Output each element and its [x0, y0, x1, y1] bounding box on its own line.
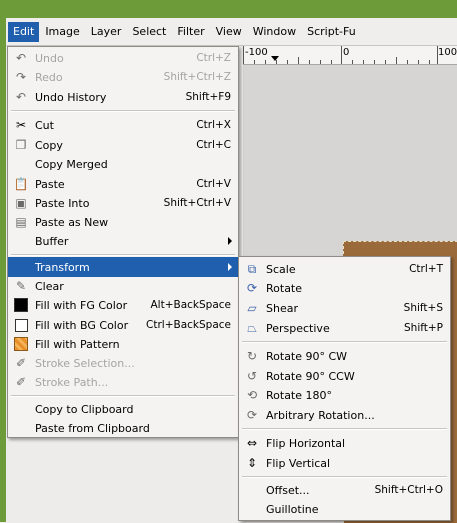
rotate-ccw-icon: ↺: [246, 369, 258, 383]
scissors-icon: ✂: [15, 118, 27, 132]
menu-item-redo[interactable]: ↷ Redo Shift+Ctrl+Z: [8, 67, 238, 87]
perspective-icon: ⏢: [247, 320, 257, 335]
ruler-label: 0: [343, 47, 350, 58]
submenu-arrow-icon: [228, 237, 232, 245]
pattern-swatch-icon: [14, 337, 28, 351]
flip-horizontal-icon: ⇔: [246, 436, 258, 450]
undo-history-icon: ↶: [15, 90, 27, 104]
menu-item-scale[interactable]: ⧉ Scale Ctrl+T: [239, 259, 450, 279]
menu-item-rotate-90-ccw[interactable]: ↺ Rotate 90° CCW: [239, 366, 450, 386]
menu-window[interactable]: Window: [248, 22, 301, 42]
menu-item-stroke-path[interactable]: ✐ Stroke Path...: [8, 372, 238, 392]
paste-new-icon: ▤: [15, 215, 27, 229]
rotate-cw-icon: ↻: [246, 349, 258, 363]
menu-item-paste-as-new[interactable]: ▤ Paste as New: [8, 212, 238, 232]
stroke-selection-icon: ✐: [15, 356, 27, 370]
paste-into-icon: ▣: [15, 196, 27, 210]
menu-item-transform[interactable]: Transform: [8, 257, 238, 277]
menu-item-offset[interactable]: Offset... Shift+Ctrl+O: [239, 480, 450, 500]
arbitrary-rotation-icon: ⟳: [246, 408, 258, 422]
menu-item-undo[interactable]: ↶ Undo Ctrl+Z: [8, 48, 238, 68]
window-left-border: [0, 18, 6, 522]
fg-color-swatch-icon: [14, 298, 28, 312]
menu-script-fu[interactable]: Script-Fu: [302, 22, 361, 42]
menu-item-paste-from-clipboard[interactable]: Paste from Clipboard: [8, 418, 238, 438]
menu-item-undo-history[interactable]: ↶ Undo History Shift+F9: [8, 87, 238, 107]
bg-color-swatch-icon: [14, 318, 28, 332]
menu-item-rotate[interactable]: ⟳ Rotate: [239, 278, 450, 298]
menu-item-rotate-90-cw[interactable]: ↻ Rotate 90° CW: [239, 346, 450, 366]
menu-layer[interactable]: Layer: [86, 22, 127, 42]
copy-icon: ❐: [15, 138, 27, 152]
edit-menu: ↶ Undo Ctrl+Z ↷ Redo Shift+Ctrl+Z ↶ Undo…: [7, 46, 239, 438]
horizontal-ruler[interactable]: -100 0 100: [243, 46, 457, 65]
menu-item-fill-bg[interactable]: Fill with BG Color Ctrl+BackSpace: [8, 315, 238, 335]
undo-icon: ↶: [15, 51, 27, 65]
menu-item-buffer[interactable]: Buffer: [8, 231, 238, 251]
menubar: Edit Image Layer Select Filter View Wind…: [6, 18, 457, 46]
menu-view[interactable]: View: [211, 22, 247, 42]
menu-item-fill-fg[interactable]: Fill with FG Color Alt+BackSpace: [8, 295, 238, 315]
menu-filter[interactable]: Filter: [172, 22, 209, 42]
menu-item-shear[interactable]: ▱ Shear Shift+S: [239, 298, 450, 318]
scale-icon: ⧉: [247, 261, 257, 276]
menu-item-copy[interactable]: ❐ Copy Ctrl+C: [8, 135, 238, 155]
menu-item-flip-vertical[interactable]: ⇕ Flip Vertical: [239, 453, 450, 473]
menu-item-arbitrary-rotation[interactable]: ⟳ Arbitrary Rotation...: [239, 405, 450, 425]
menu-select[interactable]: Select: [127, 22, 171, 42]
window-top-border: [0, 0, 457, 18]
menu-item-paste-into[interactable]: ▣ Paste Into Shift+Ctrl+V: [8, 193, 238, 213]
menu-item-flip-horizontal[interactable]: ⇔ Flip Horizontal: [239, 433, 450, 453]
menu-image[interactable]: Image: [40, 22, 84, 42]
eraser-icon: ✎: [15, 279, 27, 293]
menu-item-clear[interactable]: ✎ Clear: [8, 276, 238, 296]
stroke-path-icon: ✐: [15, 375, 27, 389]
paste-icon: 📋: [13, 177, 29, 191]
menu-edit[interactable]: Edit: [8, 21, 40, 42]
menu-item-copy-merged[interactable]: Copy Merged: [8, 154, 238, 174]
submenu-arrow-icon: [228, 263, 232, 271]
menu-item-copy-to-clipboard[interactable]: Copy to Clipboard: [8, 399, 238, 419]
menu-item-stroke-selection[interactable]: ✐ Stroke Selection...: [8, 353, 238, 373]
flip-vertical-icon: ⇕: [246, 456, 258, 470]
menu-item-fill-pattern[interactable]: Fill with Pattern: [8, 334, 238, 354]
menu-item-rotate-180[interactable]: ⟲ Rotate 180°: [239, 385, 450, 405]
redo-icon: ↷: [15, 70, 27, 84]
menu-item-cut[interactable]: ✂ Cut Ctrl+X: [8, 115, 238, 135]
ruler-label: 100: [438, 47, 457, 58]
ruler-pointer-marker: [271, 56, 279, 61]
rotate-icon: ⟳: [246, 281, 258, 295]
shear-icon: ▱: [247, 301, 257, 315]
ruler-label: -100: [245, 47, 268, 58]
transform-submenu: ⧉ Scale Ctrl+T ⟳ Rotate ▱ Shear Shift+S …: [238, 256, 451, 521]
rotate-180-icon: ⟲: [246, 388, 258, 402]
menu-item-perspective[interactable]: ⏢ Perspective Shift+P: [239, 318, 450, 338]
menu-item-guillotine[interactable]: Guillotine: [239, 499, 450, 519]
menu-item-paste[interactable]: 📋 Paste Ctrl+V: [8, 174, 238, 194]
